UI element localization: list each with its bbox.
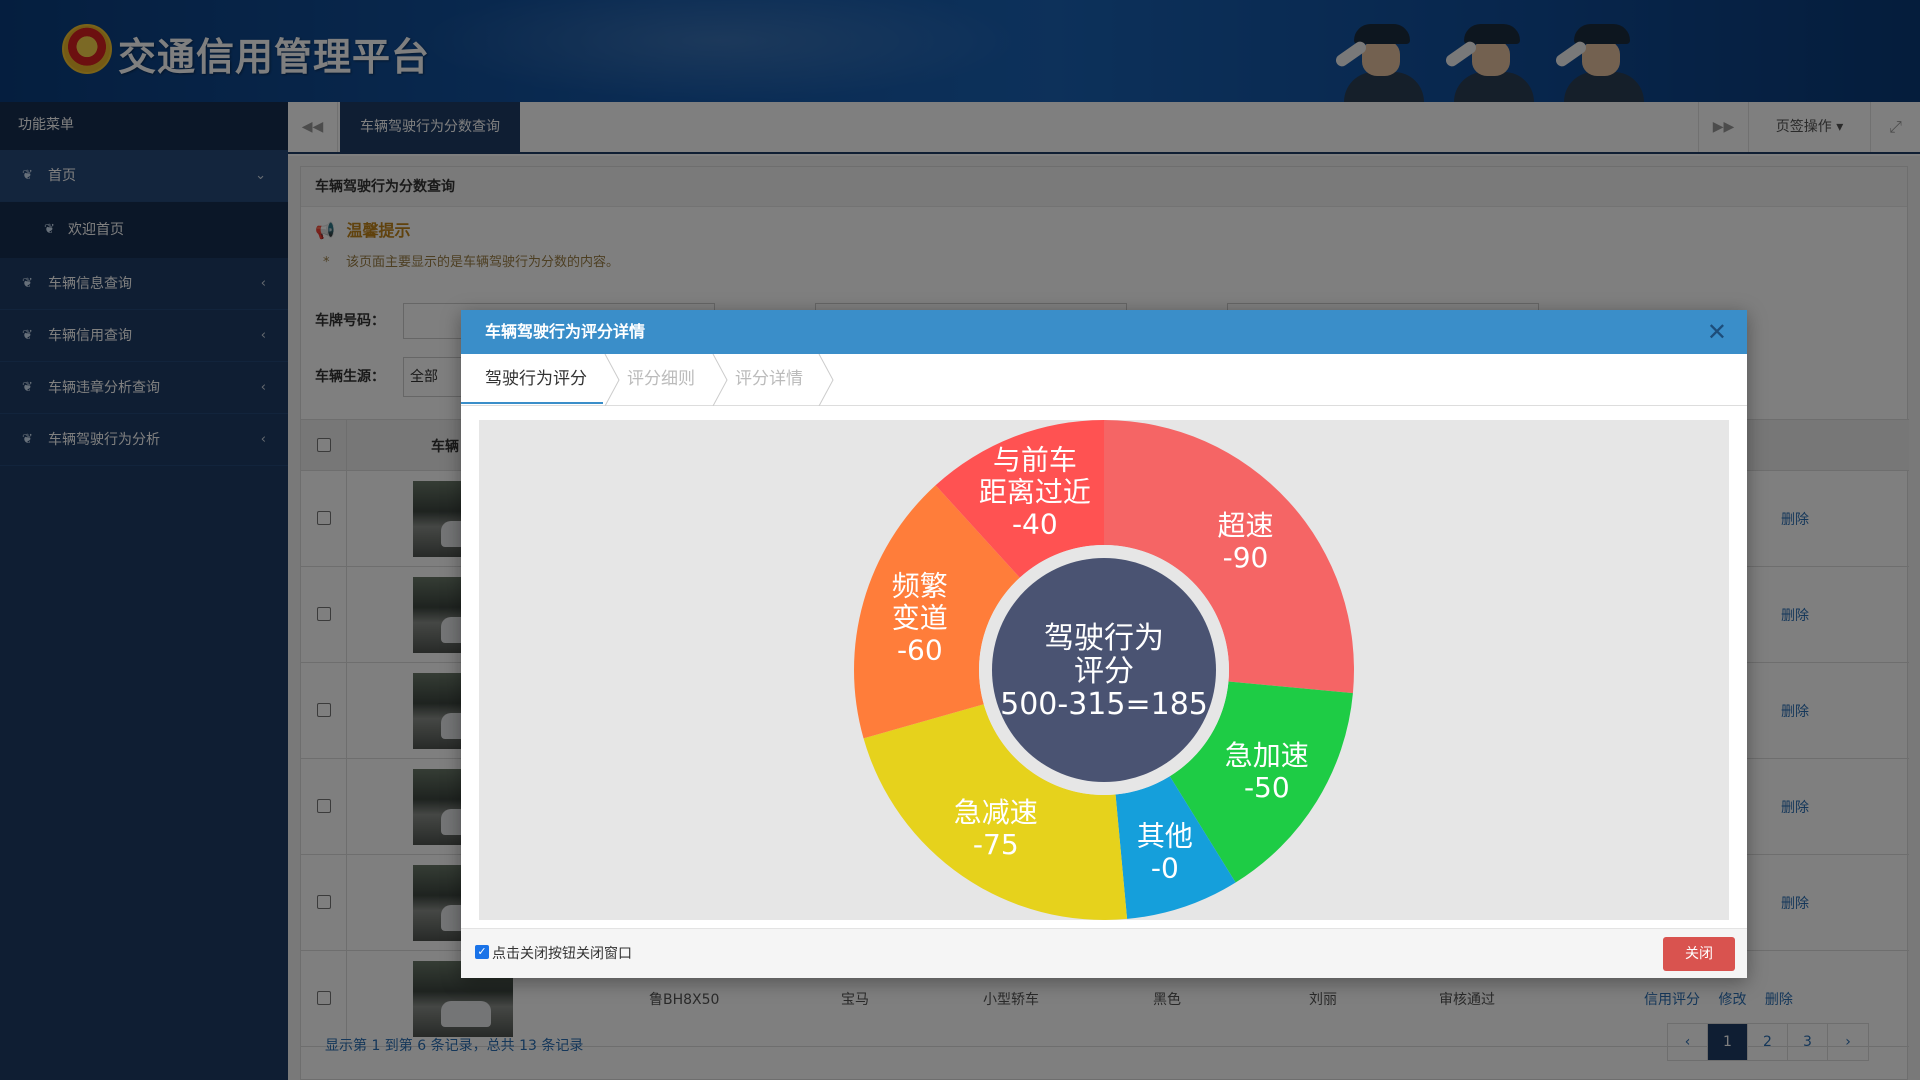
close-on-button-label: 点击关闭按钮关闭窗口 — [492, 946, 632, 962]
score-detail-modal: 车辆驾驶行为评分详情 ✕ 驾驶行为评分 评分细则 评分详情 超速-90 急加速-5… — [461, 310, 1747, 978]
step-tabs: 驾驶行为评分 评分细则 评分详情 — [461, 354, 1747, 406]
step-score-rules[interactable]: 评分细则 — [627, 354, 695, 404]
driving-score-chart: 超速-90 急加速-50 其他-0 急减速-75 频繁变道-60 与前车距离过近-40 驾驶… — [479, 420, 1729, 920]
step-driving-score[interactable]: 驾驶行为评分 — [461, 354, 603, 404]
close-button[interactable]: 关闭 — [1663, 937, 1735, 971]
slice-label: 超速-90 — [1218, 509, 1274, 574]
step-separator-icon — [818, 354, 834, 406]
step-separator-icon — [604, 354, 620, 406]
close-on-button-checkbox[interactable]: ✓ — [475, 945, 489, 959]
modal-footer: ✓ 点击关闭按钮关闭窗口 关闭 — [461, 928, 1747, 978]
step-separator-icon — [712, 354, 728, 406]
close-icon[interactable]: ✕ — [1707, 310, 1727, 354]
step-score-details[interactable]: 评分详情 — [735, 354, 803, 404]
donut-chart: 超速-90急加速-50其他-0急减速-75频繁变道-60与前车距离过近-40驾驶… — [854, 420, 1354, 920]
modal-title: 车辆驾驶行为评分详情 — [485, 322, 646, 341]
slice-label: 频繁变道-60 — [892, 570, 948, 667]
